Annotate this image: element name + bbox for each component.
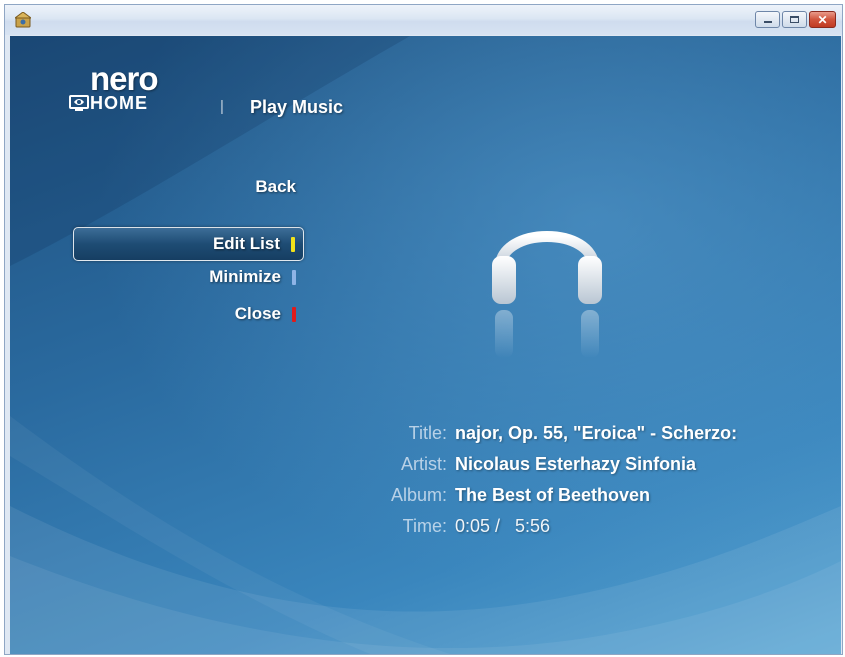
time-value: 0:05 / 5:56: [455, 516, 551, 536]
page-title: Play Music: [250, 97, 344, 117]
time-row: Time: 0:05 / 5:56: [365, 516, 815, 547]
maximize-icon: [790, 16, 799, 23]
tv-icon: [69, 95, 89, 111]
title-label: Title:: [408, 423, 447, 443]
nero-home-logo: nero HOME: [64, 62, 194, 122]
close-menu-button[interactable]: Close: [73, 298, 304, 332]
track-title: najor, Op. 55, "Eroica" - Scherzo:: [455, 423, 811, 444]
menu-item-label: Edit List: [212, 234, 280, 253]
media-stage: nero HOME | Play Music Back Edit List Mi…: [10, 36, 841, 654]
minimize-menu-button[interactable]: Minimize: [73, 261, 304, 295]
close-button[interactable]: ✕: [809, 11, 836, 28]
headphones-icon: [492, 231, 602, 358]
header-separator: |: [220, 98, 224, 115]
logo-home-text: HOME: [90, 93, 148, 113]
edit-list-button[interactable]: Edit List: [73, 227, 304, 261]
title-bar[interactable]: ✕: [5, 5, 842, 35]
yellow-key-icon: [291, 237, 295, 252]
album-value: The Best of Beethoven: [455, 485, 651, 505]
album-label: Album:: [390, 485, 447, 505]
app-window: ✕ nero HOME | Play Music Back Edit List: [4, 4, 843, 655]
now-playing-info: Title: najor, Op. 55, "Eroica" - Scherzo…: [365, 423, 815, 547]
back-button[interactable]: Back: [255, 177, 296, 197]
background-swirl: [10, 36, 841, 654]
menu-item-label: Close: [234, 304, 281, 323]
red-key-icon: [292, 307, 296, 322]
logo-nero-text: nero: [90, 60, 159, 97]
close-icon: ✕: [817, 12, 828, 27]
menu-item-label: Minimize: [209, 267, 281, 286]
time-label: Time:: [402, 516, 447, 536]
minimize-button[interactable]: [755, 11, 780, 28]
minimize-icon: [763, 21, 772, 23]
track-title-text: najor, Op. 55, "Eroica" - Scherzo:: [455, 423, 738, 443]
artist-label: Artist:: [400, 454, 447, 474]
artist-value: Nicolaus Esterhazy Sinfonia: [455, 454, 697, 474]
nero-home-icon: [15, 12, 31, 28]
artist-row: Artist: Nicolaus Esterhazy Sinfonia: [365, 454, 815, 485]
title-row: Title: najor, Op. 55, "Eroica" - Scherzo…: [365, 423, 815, 454]
album-row: Album: The Best of Beethoven: [365, 485, 815, 516]
blue-key-icon: [292, 270, 296, 285]
maximize-button[interactable]: [782, 11, 807, 28]
